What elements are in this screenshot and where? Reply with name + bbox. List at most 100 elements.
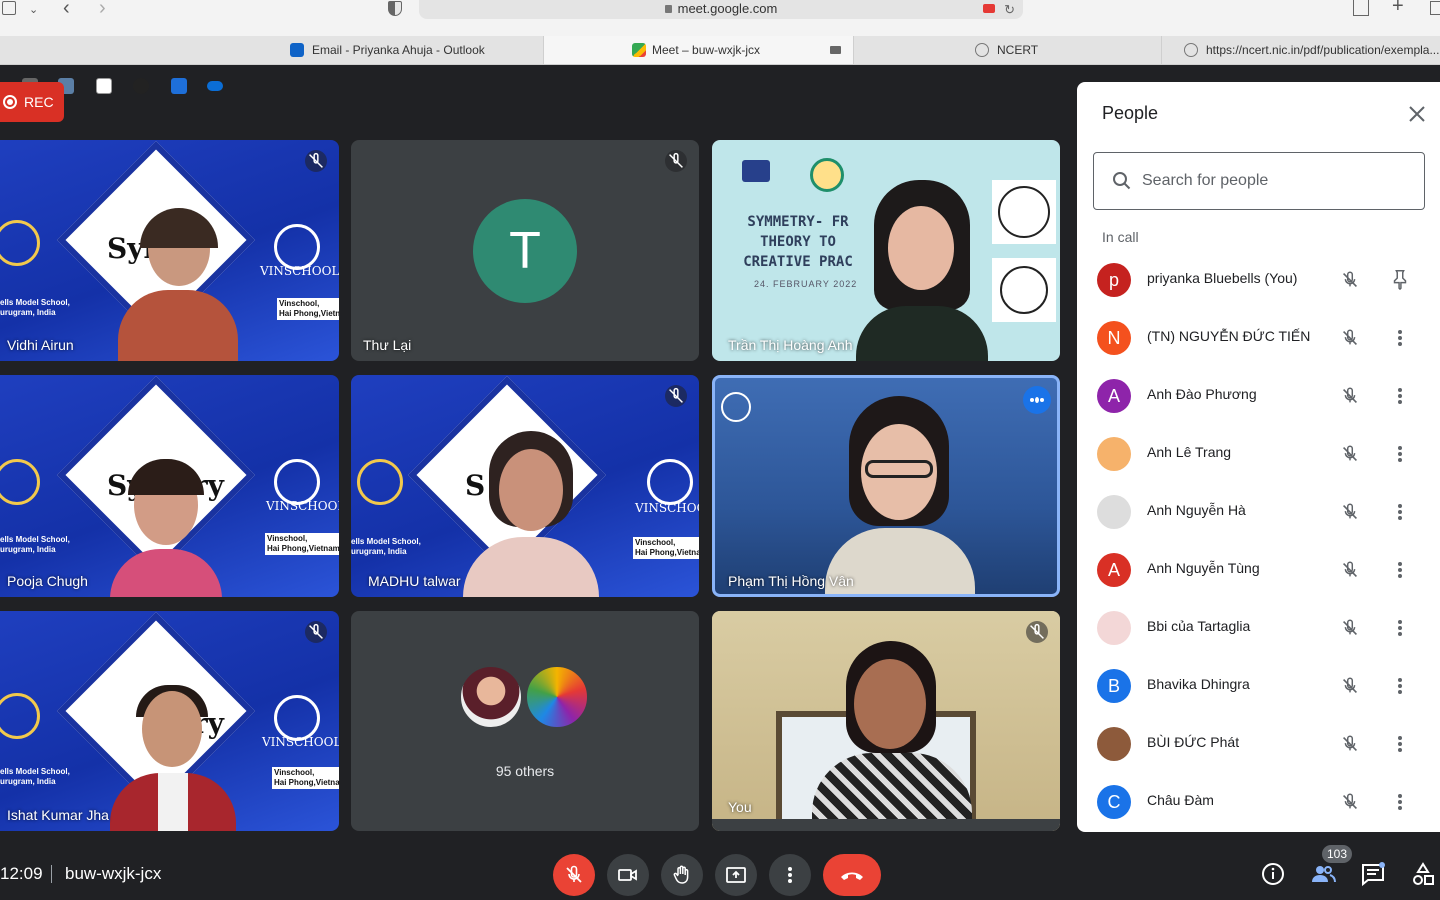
mic-off-icon[interactable] [1339,443,1361,465]
more-vertical-icon[interactable] [1390,443,1410,465]
vinschool-logo [647,459,693,505]
address-bar[interactable]: meet.google.com ↻ [419,0,1023,19]
participant-row[interactable]: p priyanka Bluebells (You) [1077,250,1440,308]
speaking-indicator-icon[interactable] [1023,386,1051,414]
url-text: meet.google.com [677,1,778,16]
tab-outlook[interactable]: Email - Priyanka Ahuja - Outlook [276,36,544,64]
vinschool-label: VINSCHOOL [266,499,339,513]
mic-off-icon[interactable] [1339,385,1361,407]
onedrive-favicon[interactable] [207,81,223,91]
self-tile[interactable]: You [712,611,1060,831]
globe-icon [1184,43,1198,57]
participant-tile[interactable]: Sy try VINSCHOOL Vinschool, Hai Phong,Vi… [0,375,339,597]
participant-row[interactable]: Anh Nguyễn Hà [1077,482,1440,540]
mic-off-icon[interactable] [1339,791,1361,813]
participant-avatar: T [473,199,577,303]
participant-tile[interactable]: T Thư Lại [351,140,699,361]
document-favicon[interactable] [96,78,112,94]
panel-title: People [1102,103,1159,123]
chat-icon[interactable] [1360,861,1386,887]
tab-label: Email - Priyanka Ahuja - Outlook [312,43,485,57]
vinschool-logo [721,392,751,422]
more-vertical-icon[interactable] [1390,675,1410,697]
participant-video [118,208,238,361]
activities-icon[interactable] [1410,861,1436,887]
close-icon[interactable] [1407,104,1427,124]
more-vertical-icon[interactable] [1390,385,1410,407]
sidebar-icon[interactable] [2,1,16,15]
participant-name: Vidhi Airun [7,337,74,353]
bluebells-logo [0,220,40,266]
participant-avatar [1097,727,1131,761]
mic-off-icon[interactable] [1339,559,1361,581]
participant-row[interactable]: C Châu Đàm [1077,772,1440,830]
more-vertical-icon[interactable] [1390,559,1410,581]
bluebells-address: ells Model School, urugram, India [0,298,70,317]
privacy-shield-icon[interactable] [388,1,402,16]
mic-off-icon[interactable] [1339,327,1361,349]
mandala-image [992,258,1056,322]
form-favicon[interactable] [171,78,187,94]
search-input[interactable] [1142,167,1412,195]
vinschool-address: Vinschool, Hai Phong,Vietnam [633,537,699,559]
hand-icon [673,865,689,884]
bluebells-logo [357,459,403,505]
pin-icon[interactable] [1389,268,1411,291]
participant-row[interactable]: Anh Lê Trang [1077,424,1440,482]
search-field[interactable] [1093,152,1425,210]
more-vertical-icon[interactable] [1390,791,1410,813]
browser-toolbar: ⌄ ‹ › meet.google.com ↻ + [0,0,1440,36]
microphone-toggle-button[interactable] [553,854,595,896]
others-tile[interactable]: 95 others [351,611,699,831]
participant-avatar: C [1097,785,1131,819]
participant-avatar [1097,437,1131,471]
participant-row[interactable]: Bbi của Tartaglia [1077,598,1440,656]
participant-tile[interactable]: Syn VINSCHOOL Vinschool, Hai Phong,Vietn… [0,140,339,361]
more-options-button[interactable] [769,854,811,896]
vinschool-label: VINSCHOOL [635,501,699,515]
forward-icon[interactable]: › [99,0,106,18]
mic-off-icon[interactable] [1339,733,1361,755]
more-vertical-icon[interactable] [1390,327,1410,349]
participant-name: Pooja Chugh [7,573,88,589]
camera-toggle-button[interactable] [607,854,649,896]
participant-row[interactable]: B Bhavika Dhingra [1077,656,1440,714]
participant-tile[interactable]: S VINSCHOOL Vinschool, Hai Phong,Vietnam… [351,375,699,597]
tab-overview-icon[interactable] [1430,1,1440,15]
participant-row[interactable]: N (TN) NGUYỄN ĐỨC TIẾN [1077,308,1440,366]
participant-tile[interactable]: SYMMETRY- FR THEORY TO CREATIVE PRAC 24.… [712,140,1060,361]
mic-off-icon[interactable] [1339,617,1361,639]
participant-row[interactable]: A Anh Nguyễn Tùng [1077,540,1440,598]
raise-hand-button[interactable] [661,854,703,896]
github-favicon[interactable] [133,78,149,94]
chevron-down-icon[interactable]: ⌄ [29,1,38,19]
back-icon[interactable]: ‹ [63,0,70,18]
mic-off-icon[interactable] [1339,501,1361,523]
mic-off-icon[interactable] [1339,269,1361,291]
tab-label: https://ncert.nic.in/pdf/publication/exe… [1206,43,1440,57]
camera-active-icon[interactable] [983,4,995,13]
tab-meet[interactable]: Meet – buw-wxjk-jcx [544,36,854,64]
tab-ncert[interactable]: NCERT [854,36,1162,64]
leave-call-button[interactable] [823,854,881,896]
reload-icon[interactable]: ↻ [1004,1,1015,18]
participant-row[interactable]: BÙI ĐỨC Phát [1077,714,1440,772]
others-count-label: 95 others [495,763,555,779]
mic-off-icon[interactable] [1339,675,1361,697]
new-tab-icon[interactable]: + [1392,0,1404,16]
participant-tile[interactable]: try VINSCHOOL Vinschool, Hai Phong,Vietn… [0,611,339,831]
people-icon[interactable] [1310,861,1336,887]
participant-video [110,459,222,597]
participant-video [812,641,972,831]
camera-icon [830,46,841,54]
share-icon[interactable] [1353,0,1369,16]
participant-tile[interactable]: Phạm Thị Hồng Vân [712,375,1060,597]
present-screen-button[interactable] [715,854,757,896]
tab-ncert-pdf[interactable]: https://ncert.nic.in/pdf/publication/exe… [1162,36,1440,64]
more-vertical-icon[interactable] [1390,733,1410,755]
recording-badge[interactable]: REC [0,82,64,122]
info-icon[interactable] [1260,861,1286,887]
participant-row[interactable]: A Anh Đào Phương [1077,366,1440,424]
more-vertical-icon[interactable] [1390,501,1410,523]
more-vertical-icon[interactable] [1390,617,1410,639]
